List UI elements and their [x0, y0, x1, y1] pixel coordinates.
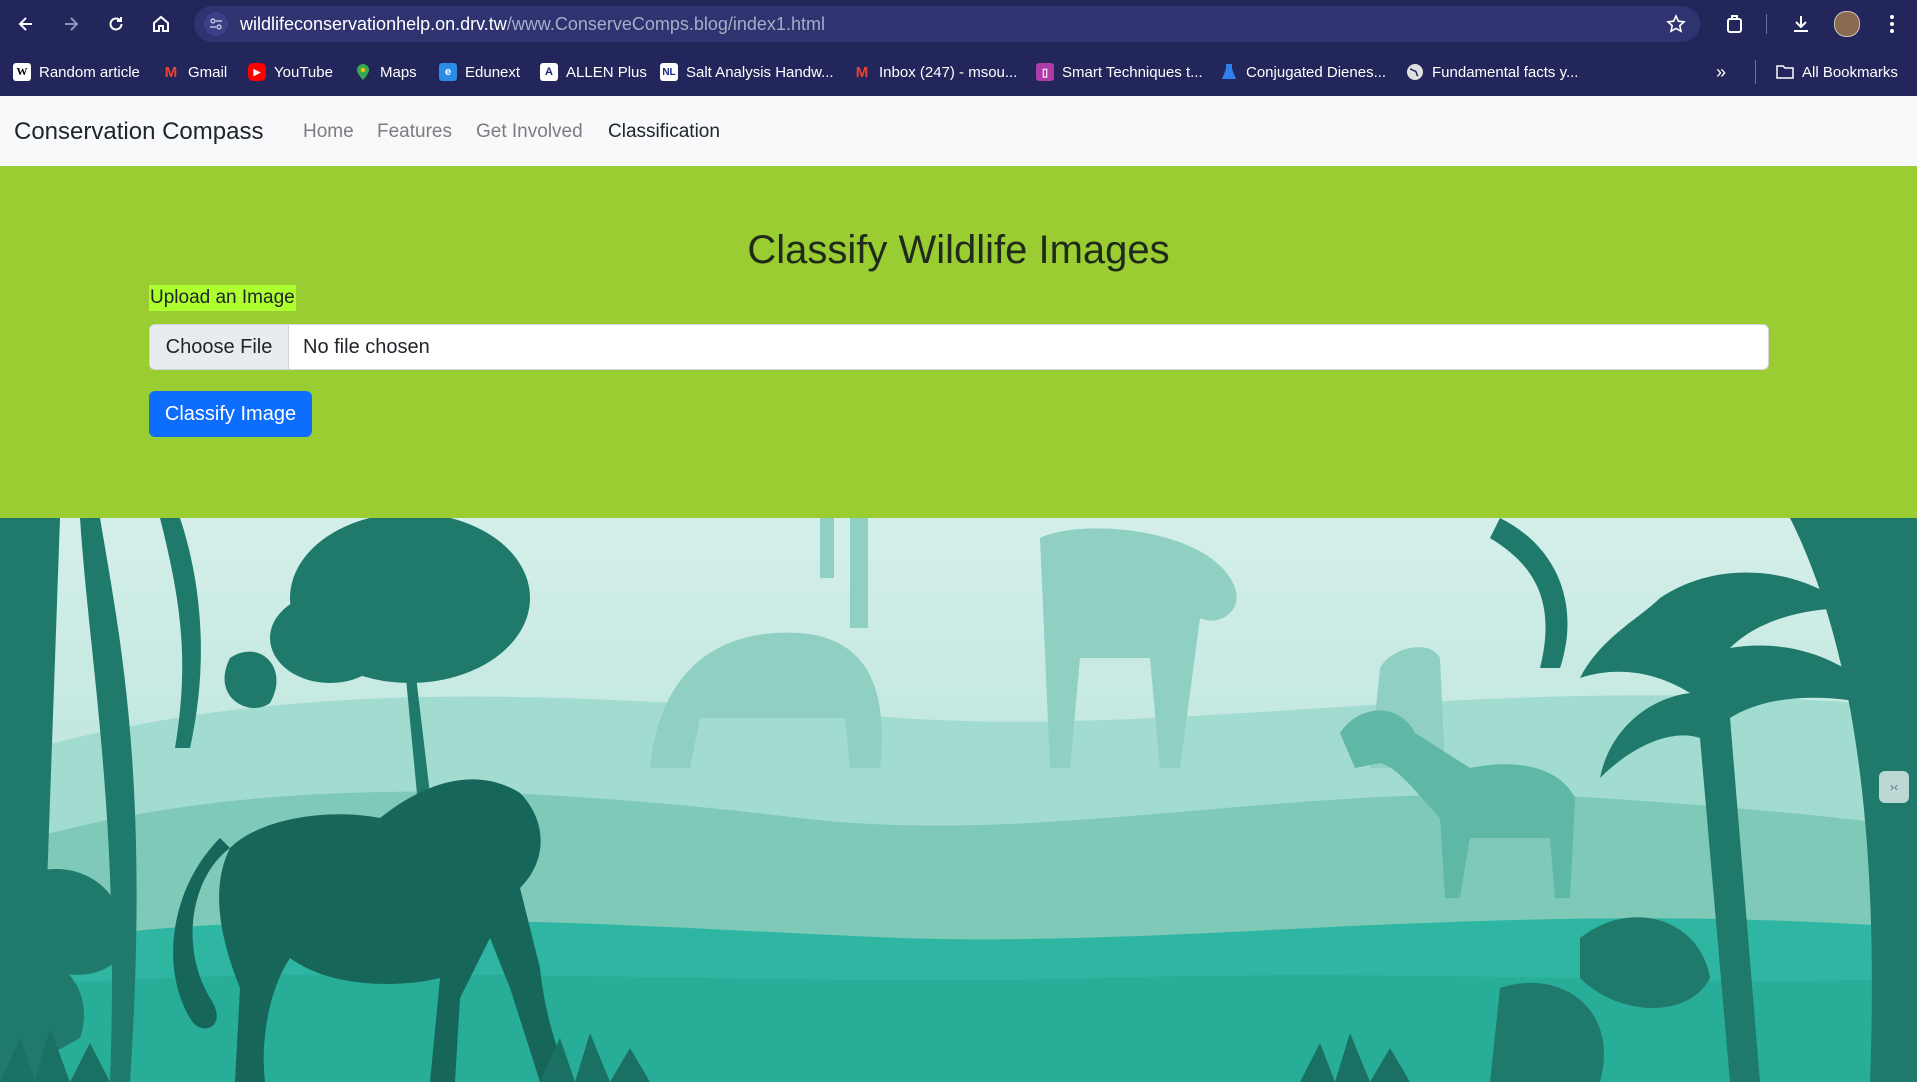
- bookmarks-bar: W Random article M Gmail ▶ YouTube Maps …: [0, 48, 1917, 96]
- back-icon[interactable]: [10, 8, 42, 40]
- classify-image-button[interactable]: Classify Image: [149, 391, 312, 437]
- url-text: wildlifeconservationhelp.on.drv.tw/www.C…: [240, 14, 825, 35]
- url-path: /www.ConserveComps.blog/index1.html: [506, 14, 825, 34]
- nav-link-features[interactable]: Features: [377, 121, 452, 143]
- bookmark-fundamental-facts[interactable]: Fundamental facts y...: [1406, 60, 1578, 84]
- bookmark-label: YouTube: [274, 63, 333, 81]
- site-navbar: Conservation Compass Home Features Get I…: [0, 96, 1917, 166]
- flask-icon: [1220, 63, 1238, 81]
- wikipedia-icon: W: [13, 63, 31, 81]
- bookmark-allen-plus[interactable]: A ALLEN Plus: [540, 60, 647, 84]
- bookmark-label: Inbox (247) - msou...: [879, 63, 1018, 81]
- edunext-icon: e: [439, 63, 457, 81]
- bookmark-label: Gmail: [188, 63, 228, 81]
- bookmark-maps[interactable]: Maps: [354, 60, 417, 84]
- menu-kebab-icon[interactable]: [1876, 8, 1908, 40]
- nav-link-classification[interactable]: Classification: [608, 121, 720, 143]
- bookmark-label: Salt Analysis Handw...: [686, 63, 834, 81]
- gmail-icon: M: [164, 63, 178, 81]
- reload-icon[interactable]: [100, 8, 132, 40]
- notes-icon: ▯: [1036, 63, 1054, 81]
- bookmark-youtube[interactable]: ▶ YouTube: [248, 60, 333, 84]
- home-icon[interactable]: [145, 8, 177, 40]
- bookmark-random-article[interactable]: W Random article: [13, 60, 140, 84]
- bookmark-salt-analysis[interactable]: NL Salt Analysis Handw...: [660, 60, 834, 84]
- classify-section: Classify Wildlife Images Upload an Image…: [0, 166, 1917, 518]
- upload-label: Upload an Image: [149, 285, 296, 311]
- bookmark-label: Maps: [380, 63, 417, 81]
- file-status-text: No file chosen: [303, 336, 430, 358]
- bookmark-edunext[interactable]: e Edunext: [439, 60, 520, 84]
- globe-icon: [1406, 63, 1424, 81]
- choose-file-button[interactable]: Choose File: [150, 325, 289, 369]
- forward-icon[interactable]: [55, 8, 87, 40]
- nav-link-get-involved[interactable]: Get Involved: [476, 121, 583, 143]
- allen-icon: A: [540, 63, 558, 81]
- bookmark-conjugated-dienes[interactable]: Conjugated Dienes...: [1220, 60, 1386, 84]
- bookmark-smart-techniques[interactable]: ▯ Smart Techniques t...: [1036, 60, 1203, 84]
- address-bar[interactable]: wildlifeconservationhelp.on.drv.tw/www.C…: [194, 6, 1700, 42]
- url-domain: wildlifeconservationhelp.on.drv.tw: [240, 14, 507, 34]
- bookmark-label: ALLEN Plus: [566, 63, 647, 81]
- toolbar-divider: [1766, 14, 1767, 34]
- side-panel-toggle-icon[interactable]: ›‹: [1879, 771, 1909, 803]
- more-bookmarks-chevron-icon[interactable]: »: [1716, 60, 1726, 84]
- maps-icon: [354, 63, 372, 81]
- bookmark-inbox[interactable]: M Inbox (247) - msou...: [853, 60, 1018, 84]
- extensions-icon[interactable]: [1719, 8, 1751, 40]
- bookmark-label: Smart Techniques t...: [1062, 63, 1203, 81]
- bookmark-gmail[interactable]: M Gmail: [162, 60, 227, 84]
- profile-avatar[interactable]: [1834, 11, 1860, 37]
- navbar-brand[interactable]: Conservation Compass: [14, 118, 263, 146]
- bookmark-label: Random article: [39, 63, 140, 81]
- nav-link-home[interactable]: Home: [303, 121, 354, 143]
- gmail-icon: M: [855, 63, 869, 81]
- bookmark-label: Fundamental facts y...: [1432, 63, 1579, 81]
- browser-toolbar: wildlifeconservationhelp.on.drv.tw/www.C…: [0, 0, 1917, 48]
- bookmark-label: Edunext: [465, 63, 521, 81]
- download-icon[interactable]: [1785, 8, 1817, 40]
- nl-icon: NL: [660, 63, 678, 81]
- page-title: Classify Wildlife Images: [747, 228, 1170, 272]
- file-upload-input[interactable]: Choose File No file chosen: [149, 324, 1769, 370]
- folder-icon: [1776, 63, 1794, 81]
- youtube-icon: ▶: [248, 63, 266, 81]
- bookmark-star-icon[interactable]: [1664, 12, 1688, 36]
- bookmark-label: Conjugated Dienes...: [1246, 63, 1387, 81]
- jungle-wildlife-illustration: [0, 518, 1917, 1082]
- all-bookmarks[interactable]: All Bookmarks: [1776, 60, 1898, 84]
- bookmarks-divider: [1755, 60, 1756, 84]
- site-info-icon[interactable]: [204, 12, 228, 36]
- all-bookmarks-label: All Bookmarks: [1802, 63, 1898, 81]
